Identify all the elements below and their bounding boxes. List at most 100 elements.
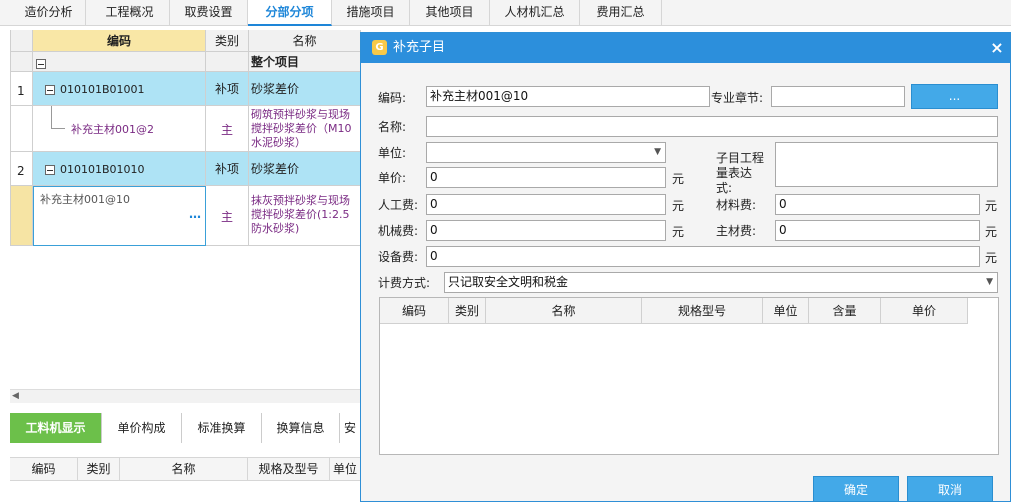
row-code-text: 010101B01001: [60, 83, 145, 96]
close-icon[interactable]: ×: [987, 33, 1007, 63]
row-type[interactable]: 主: [206, 186, 249, 246]
whole-project-expander-cell[interactable]: [33, 52, 206, 72]
col-type[interactable]: 类别: [78, 458, 120, 480]
labor-label: 人工费:: [378, 198, 419, 212]
chevron-down-icon[interactable]: ▼: [654, 143, 661, 162]
dialog-title-bar[interactable]: G 补充子目 ×: [361, 33, 1010, 63]
yuan-unit: 元: [672, 172, 685, 186]
row-num: 1: [11, 72, 33, 106]
col-spec[interactable]: 规格型号: [642, 298, 763, 324]
col-unit[interactable]: 单位: [763, 298, 809, 324]
col-name[interactable]: 名称: [120, 458, 248, 480]
chapter-browse-button[interactable]: ...: [911, 84, 998, 109]
ok-button[interactable]: 确定: [813, 476, 899, 502]
yuan-unit: 元: [985, 199, 998, 213]
resource-table-header: 编码 类别 名称 规格及型号 单位: [10, 457, 360, 481]
row-num: [11, 52, 33, 72]
tree-line: [51, 128, 65, 129]
row-code[interactable]: 补充主材001@2: [33, 106, 206, 152]
row-num: 2: [11, 152, 33, 186]
row-type[interactable]: 补项: [206, 72, 249, 106]
equipment-field[interactable]: 0: [426, 246, 980, 267]
yuan-unit: 元: [985, 225, 998, 239]
tab-resource-summary[interactable]: 人材机汇总: [490, 0, 580, 26]
expression-label: 子目工程量表达式:: [716, 151, 765, 195]
price-field[interactable]: 0: [426, 167, 666, 188]
tab-standard-conversion[interactable]: 标准换算: [182, 413, 262, 443]
app-icon: G: [372, 40, 387, 55]
fee-mode-value: 只记取安全文明和税金: [448, 275, 569, 289]
row-type[interactable]: 主: [206, 106, 249, 152]
yuan-unit: 元: [672, 199, 685, 213]
expression-field[interactable]: [775, 142, 998, 187]
tab-other-items[interactable]: 其他项目: [410, 0, 490, 26]
tab-conversion-info[interactable]: 换算信息: [262, 413, 340, 443]
horizontal-scrollbar[interactable]: ◀: [10, 389, 360, 403]
header-name[interactable]: 名称: [249, 30, 361, 52]
tab-truncated[interactable]: 安: [340, 413, 360, 443]
tab-resource-display[interactable]: 工料机显示: [10, 413, 102, 443]
machine-field[interactable]: 0: [426, 220, 666, 241]
tab-fee-summary[interactable]: 费用汇总: [580, 0, 662, 26]
code-field[interactable]: 补充主材001@10: [426, 86, 710, 107]
header-type[interactable]: 类别: [206, 30, 249, 52]
row-num: [11, 186, 33, 246]
col-name[interactable]: 名称: [486, 298, 642, 324]
row-code-text: 补充主材001@10: [40, 193, 130, 206]
col-spec[interactable]: 规格及型号: [248, 458, 330, 480]
fee-mode-label: 计费方式:: [378, 276, 431, 290]
col-unit-price[interactable]: 单价: [881, 298, 968, 324]
tab-fee-settings[interactable]: 取费设置: [170, 0, 248, 26]
chapter-label: 专业章节:: [711, 91, 764, 105]
name-field[interactable]: [426, 116, 998, 137]
header-code[interactable]: 编码: [33, 30, 206, 52]
row-num: [11, 106, 33, 152]
labor-field[interactable]: 0: [426, 194, 666, 215]
tab-cost-analysis[interactable]: 造价分析: [12, 0, 86, 26]
row-code[interactable]: 010101B01010: [33, 152, 206, 186]
code-label: 编码:: [378, 91, 407, 105]
row-name[interactable]: 砌筑预拌砂浆与现场搅拌砂浆差价（M10水泥砂浆）: [249, 106, 361, 152]
more-button[interactable]: …: [189, 207, 201, 221]
yuan-unit: 元: [672, 225, 685, 239]
collapse-icon[interactable]: [45, 164, 55, 175]
unit-label: 单位:: [378, 146, 407, 160]
tab-sub-items[interactable]: 分部分项: [248, 0, 332, 26]
cancel-button[interactable]: 取消: [907, 476, 993, 502]
tab-measures[interactable]: 措施项目: [332, 0, 410, 26]
resource-list-table[interactable]: 编码 类别 名称 规格型号 单位 含量 单价: [379, 297, 999, 455]
row-name[interactable]: 抹灰预拌砂浆与现场搅拌砂浆差价(1:2.5防水砂浆): [249, 186, 361, 246]
whole-project-type: [206, 52, 249, 72]
chapter-field[interactable]: [771, 86, 905, 107]
top-tab-bar: 造价分析 工程概况 取费设置 分部分项 措施项目 其他项目 人材机汇总 费用汇总: [0, 0, 1011, 26]
col-type[interactable]: 类别: [449, 298, 486, 324]
tab-unit-price[interactable]: 单价构成: [102, 413, 182, 443]
scroll-left-icon[interactable]: ◀: [12, 391, 19, 401]
machine-label: 机械费:: [378, 224, 419, 238]
equipment-label: 设备费:: [378, 250, 419, 264]
col-code[interactable]: 编码: [380, 298, 449, 324]
tab-project-overview[interactable]: 工程概况: [90, 0, 170, 26]
collapse-icon[interactable]: [36, 58, 46, 69]
row-name[interactable]: 砂浆差价: [249, 152, 361, 186]
row-code-text: 010101B01010: [60, 163, 145, 176]
row-type[interactable]: 补项: [206, 152, 249, 186]
row-code[interactable]: 010101B01001: [33, 72, 206, 106]
yuan-unit: 元: [985, 251, 998, 265]
dialog-title: 补充子目: [393, 40, 446, 55]
main-material-label: 主材费:: [716, 224, 757, 238]
collapse-icon[interactable]: [45, 84, 55, 95]
row-name[interactable]: 砂浆差价: [249, 72, 361, 106]
material-field[interactable]: 0: [775, 194, 980, 215]
sub-items-grid: 编码 类别 名称 整个项目 1 010101B01001 补项 砂浆差价 补充主…: [10, 30, 361, 246]
main-material-field[interactable]: 0: [775, 220, 980, 241]
col-unit[interactable]: 单位: [330, 458, 360, 480]
col-code[interactable]: 编码: [10, 458, 78, 480]
name-label: 名称:: [378, 120, 407, 134]
unit-select[interactable]: ▼: [426, 142, 666, 163]
chevron-down-icon[interactable]: ▼: [986, 273, 993, 292]
row-code-editor[interactable]: 补充主材001@10 …: [33, 186, 206, 246]
price-label: 单价:: [378, 171, 407, 185]
col-quantity[interactable]: 含量: [809, 298, 881, 324]
fee-mode-select[interactable]: 只记取安全文明和税金 ▼: [444, 272, 998, 293]
